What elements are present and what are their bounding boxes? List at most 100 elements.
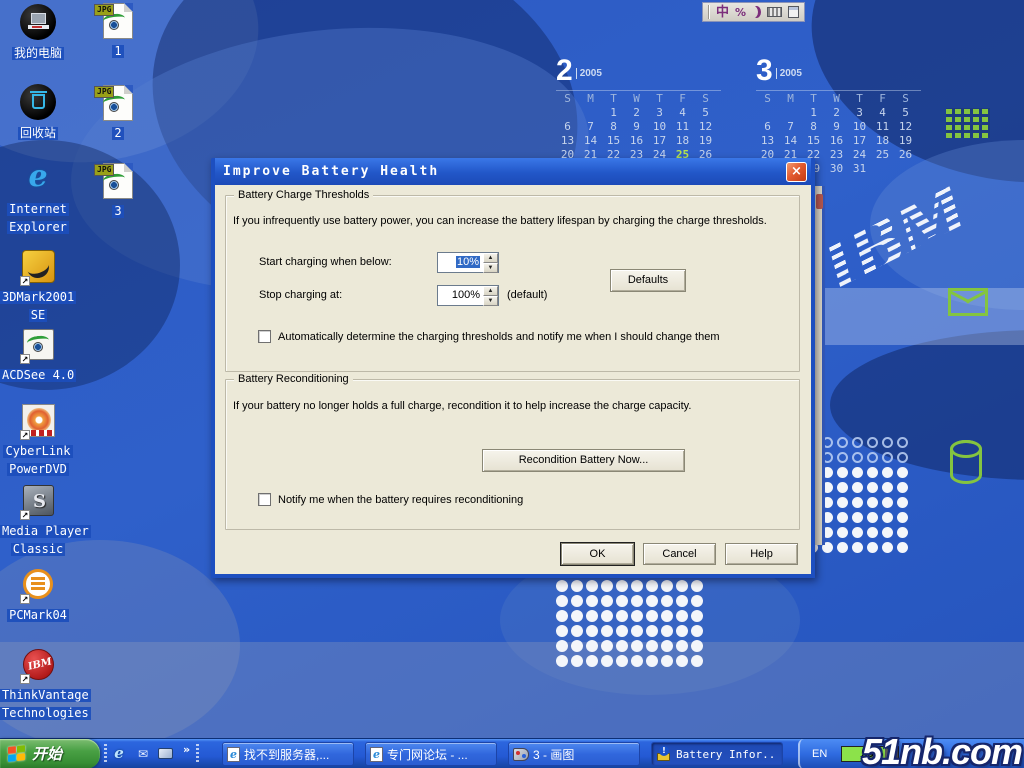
input-mode-icon[interactable]: 中 xyxy=(716,6,729,19)
calendar-weekday: M xyxy=(579,92,602,106)
dialog-title: Improve Battery Health xyxy=(223,165,786,179)
punctuation-mode-icon[interactable] xyxy=(752,6,761,18)
wallpaper-dot xyxy=(867,437,878,448)
cancel-button[interactable]: Cancel xyxy=(643,543,716,565)
wallpaper-dot xyxy=(556,625,568,637)
soft-keyboard-icon[interactable] xyxy=(767,7,782,17)
auto-thresholds-checkbox-label[interactable]: Automatically determine the charging thr… xyxy=(278,331,719,343)
default-suffix-label: (default) xyxy=(507,289,547,301)
spin-up-icon[interactable]: ▲ xyxy=(483,253,498,263)
defaults-button[interactable]: Defaults xyxy=(610,269,686,292)
wallpaper-dot xyxy=(867,482,878,493)
desktop-icon-recycle-bin[interactable]: 回收站 xyxy=(0,84,76,142)
calendar-day: 19 xyxy=(894,134,917,148)
desktop-icon-jpg-1[interactable]: JPG 1 xyxy=(80,2,156,60)
close-icon[interactable]: × xyxy=(786,162,807,182)
calendar-day: 12 xyxy=(894,120,917,134)
wallpaper-dot xyxy=(661,655,673,667)
wallpaper-dot xyxy=(676,595,688,607)
desktop-icon-jpg-3[interactable]: JPG 3 xyxy=(80,162,156,220)
spin-down-icon[interactable]: ▼ xyxy=(483,263,498,273)
calendar-weekday: S xyxy=(556,92,579,106)
calendar-day: 31 xyxy=(848,162,871,176)
calendar-year: 2005 xyxy=(576,68,602,79)
dialog-body: Battery Charge Thresholds If you infrequ… xyxy=(215,185,811,574)
wallpaper-dot xyxy=(897,437,908,448)
calendar-week-row: 13141516171819 xyxy=(556,134,721,148)
start-charging-spinner[interactable]: 10% ▲ ▼ xyxy=(437,252,499,273)
dialog-titlebar[interactable]: Improve Battery Health × xyxy=(215,158,811,185)
calendar-day: 4 xyxy=(871,106,894,120)
desktop-icon-powerdvd[interactable]: ↗ CyberLinkPowerDVD xyxy=(0,402,76,478)
wallpaper-dot xyxy=(676,580,688,592)
ie-page-icon xyxy=(227,747,240,762)
stop-charging-value[interactable]: 100% xyxy=(437,285,483,306)
wallpaper-dot xyxy=(616,625,628,637)
paint-icon xyxy=(513,748,529,761)
desktop-icon-jpg-2[interactable]: JPG 2 xyxy=(80,84,156,142)
desktop-icon-3dmark2001[interactable]: ↗ 3DMark2001SE xyxy=(0,248,76,324)
quicklaunch-overflow-chevron[interactable]: » xyxy=(183,743,190,757)
icon-label: ACDSee 4.0 xyxy=(0,366,76,384)
stop-charging-spinner[interactable]: 100% ▲ ▼ xyxy=(437,285,499,306)
start-charging-value[interactable]: 10% xyxy=(437,252,483,273)
quicklaunch-outlook-express-icon[interactable]: ✉ xyxy=(134,745,152,763)
desktop-icon-internet-explorer[interactable]: e InternetExplorer xyxy=(0,160,76,236)
wallpaper-dot xyxy=(882,527,893,538)
wallpaper-dot xyxy=(837,512,848,523)
wallpaper-dot xyxy=(601,580,613,592)
spin-up-icon[interactable]: ▲ xyxy=(483,286,498,296)
quicklaunch-handle[interactable] xyxy=(104,744,107,764)
quicklaunch-internet-explorer-icon[interactable]: e xyxy=(110,745,128,763)
taskbar-button-paint[interactable]: 3 - 画图 xyxy=(508,742,640,766)
icon-label: PCMark04 xyxy=(0,606,76,624)
desktop-icon-pcmark04[interactable]: ↗ PCMark04 xyxy=(0,566,76,624)
tray-language-indicator[interactable]: EN xyxy=(812,748,827,760)
wallpaper-dot xyxy=(897,527,908,538)
calendar-weekday: T xyxy=(648,92,671,106)
taskbar-button-server-not-found[interactable]: 找不到服务器,... xyxy=(222,742,354,766)
taskbar-button-battery-information[interactable]: ! Battery Infor... xyxy=(651,742,783,766)
wallpaper-dot xyxy=(852,512,863,523)
notify-reconditioning-checkbox-label[interactable]: Notify me when the battery requires reco… xyxy=(278,494,523,506)
calendar-day: 14 xyxy=(579,134,602,148)
wallpaper-dot xyxy=(586,655,598,667)
calendar-week-row: 6789101112 xyxy=(756,120,921,134)
desktop-icon-thinkvantage[interactable]: ↗ ThinkVantageTechnologies xyxy=(0,646,76,722)
calendar-day: 13 xyxy=(756,134,779,148)
recondition-battery-button[interactable]: Recondition Battery Now... xyxy=(482,449,685,472)
fullwidth-mode-icon[interactable]: % xyxy=(735,7,746,18)
taskbar-button-forum[interactable]: 专门网论坛 - ... xyxy=(365,742,497,766)
wallpaper-dot xyxy=(631,610,643,622)
calendar-day: 9 xyxy=(825,120,848,134)
wallpaper-dot xyxy=(616,580,628,592)
wallpaper-dot xyxy=(556,580,568,592)
desktop-icon-acdsee[interactable]: ↗ ACDSee 4.0 xyxy=(0,326,76,384)
quicklaunch-show-desktop-icon[interactable] xyxy=(158,745,176,763)
notify-reconditioning-checkbox[interactable] xyxy=(258,493,271,506)
calendar-day: 12 xyxy=(694,120,717,134)
calendar-day xyxy=(871,162,894,176)
envelope-icon xyxy=(948,288,988,316)
desktop-icon-my-computer[interactable]: 我的电脑 xyxy=(0,4,76,62)
help-button[interactable]: Help xyxy=(725,543,798,565)
wallpaper-dot xyxy=(867,542,878,553)
watermark: 51nb.com xyxy=(862,733,1022,768)
spin-down-icon[interactable]: ▼ xyxy=(483,296,498,306)
wallpaper-dot xyxy=(631,655,643,667)
ok-button[interactable]: OK xyxy=(561,543,634,565)
calendar-day: 8 xyxy=(602,120,625,134)
language-bar-handle-icon[interactable] xyxy=(708,5,710,19)
language-bar[interactable]: 中 % xyxy=(702,2,805,22)
language-bar-menu-icon[interactable] xyxy=(788,6,799,18)
wallpaper-dot xyxy=(882,467,893,478)
wallpaper-dot xyxy=(571,580,583,592)
start-button[interactable]: 开始 xyxy=(0,739,100,768)
wallpaper-dot xyxy=(897,512,908,523)
desktop-icon-media-player-classic[interactable]: ↗ Media PlayerClassic xyxy=(0,482,76,558)
calendar-weekday: F xyxy=(871,92,894,106)
jpg-file-icon: JPG xyxy=(98,2,138,40)
calendar-day xyxy=(556,106,579,120)
calendar-day: 18 xyxy=(671,134,694,148)
auto-thresholds-checkbox[interactable] xyxy=(258,330,271,343)
